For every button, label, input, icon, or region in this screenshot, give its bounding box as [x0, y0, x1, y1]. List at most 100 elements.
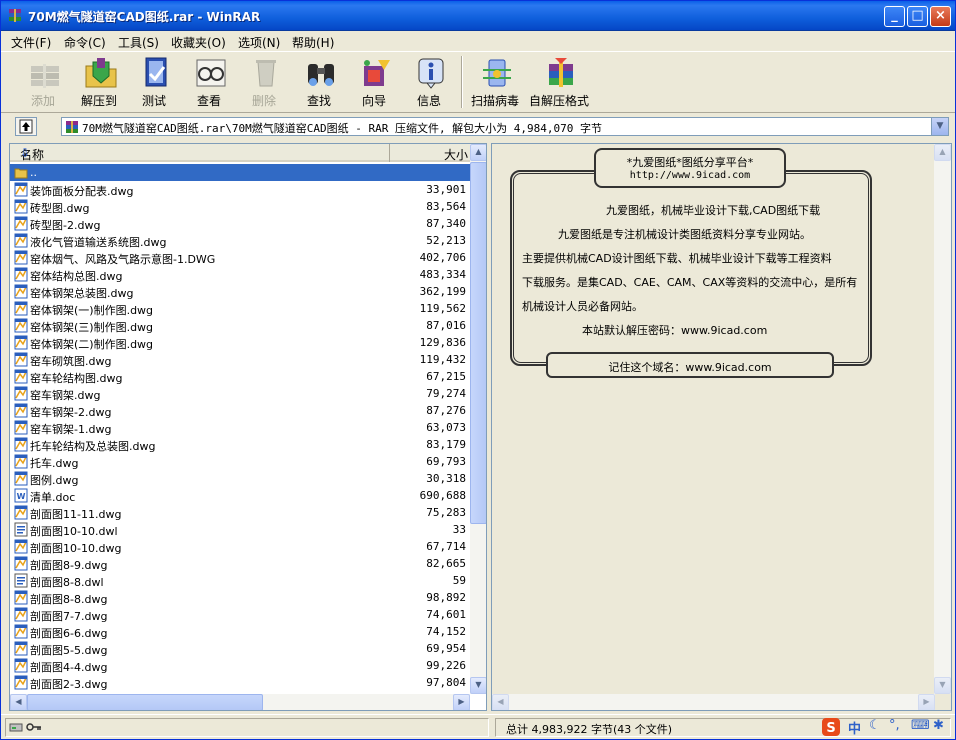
file-name: 窑车钢架-2.dwg — [30, 406, 112, 419]
scroll-left-button[interactable]: ◀ — [10, 694, 27, 710]
file-row[interactable]: 窑车钢架.dwg 79,274 — [10, 385, 470, 402]
file-name: 剖面图10-10.dwg — [30, 542, 122, 555]
keyboard-icon[interactable]: ⌨ — [911, 718, 930, 733]
file-row[interactable]: 剖面图10-10.dwg 67,714 — [10, 538, 470, 555]
file-name: 砖型图.dwg — [30, 202, 90, 215]
comment-vertical-scrollbar[interactable]: ▲ ▼ — [934, 144, 951, 694]
comment-header-url: http://www.9icad.com — [629, 170, 751, 181]
file-size: 402,706 — [419, 251, 466, 264]
find-button[interactable]: 查找 — [291, 54, 347, 110]
title-bar[interactable]: 70M燃气隧道窑CAD图纸.rar - WinRAR _ □ × — [1, 1, 955, 31]
file-row[interactable]: 托车轮结构及总装图.dwg 83,179 — [10, 436, 470, 453]
test-button[interactable]: 测试 — [126, 54, 182, 110]
file-name: 剖面图2-3.dwg — [30, 678, 108, 691]
comment-scroll-right-button[interactable]: ▶ — [918, 694, 935, 710]
path-dropdown-button[interactable]: ▼ — [931, 118, 948, 135]
file-row[interactable]: 窑车钢架-2.dwg 87,276 — [10, 402, 470, 419]
virus-scan-button[interactable]: 扫描病毒 — [467, 54, 523, 110]
file-row[interactable]: 窑体钢架(二)制作图.dwg 129,836 — [10, 334, 470, 351]
menu-help[interactable]: 帮助(H) — [292, 34, 334, 51]
dwg-file-icon — [14, 386, 28, 401]
file-row[interactable]: 砖型图.dwg 83,564 — [10, 198, 470, 215]
file-row[interactable]: 剖面图6-6.dwg 74,152 — [10, 623, 470, 640]
file-row[interactable]: 剖面图7-7.dwg 74,601 — [10, 606, 470, 623]
menu-favorites[interactable]: 收藏夹(O) — [171, 34, 226, 51]
file-name: 窑车钢架-1.dwg — [30, 423, 112, 436]
path-field[interactable]: 70M燃气隧道窑CAD图纸.rar\70M燃气隧道窑CAD图纸 - RAR 压缩… — [61, 117, 949, 136]
comment-scroll-up-button[interactable]: ▲ — [934, 144, 951, 161]
file-row[interactable]: 剖面图10-10.dwl 33 — [10, 521, 470, 538]
horizontal-scroll-thumb[interactable] — [27, 694, 263, 710]
file-size: 690,688 — [419, 489, 466, 502]
horizontal-scrollbar[interactable]: ◀ ▶ — [10, 694, 470, 710]
file-size: 74,152 — [426, 625, 466, 638]
file-row[interactable]: 窑体烟气、风路及气路示意图-1.DWG 402,706 — [10, 249, 470, 266]
file-list-pane[interactable]: 名称 ⇩ 大小 .. 装饰面板分配表.dwg 33,901 砖型图.dwg 83,564… — [9, 143, 487, 711]
ime-toolbar[interactable]: S 中 ☾ °, ⌨ ✱ — [821, 716, 953, 738]
comment-header-title: *九爱图纸*图纸分享平台* — [626, 156, 754, 169]
file-row[interactable]: 窑体结构总图.dwg 483,334 — [10, 266, 470, 283]
file-row[interactable]: 液化气管道输送系统图.dwg 52,213 — [10, 232, 470, 249]
file-row[interactable]: 剖面图4-4.dwg 99,226 — [10, 657, 470, 674]
file-name: 剖面图6-6.dwg — [30, 627, 108, 640]
file-row[interactable]: .. — [10, 164, 470, 181]
info-button[interactable]: 信息 — [401, 54, 457, 110]
file-size: 99,226 — [426, 659, 466, 672]
close-button[interactable]: × — [930, 6, 951, 27]
comment-horizontal-scrollbar[interactable]: ◀ ▶ — [492, 694, 935, 710]
file-row[interactable]: 窑车轮结构图.dwg 67,215 — [10, 368, 470, 385]
view-button[interactable]: 查看 — [181, 54, 237, 110]
virus-scan-label: 扫描病毒 — [470, 94, 519, 108]
moon-icon[interactable]: ☾ — [869, 718, 881, 733]
wizard-button[interactable]: 向导 — [346, 54, 402, 110]
ime-chinese-mode[interactable]: 中 — [848, 718, 861, 737]
settings-icon[interactable]: ✱ — [933, 718, 944, 733]
file-row[interactable]: 窑体钢架总装图.dwg 362,199 — [10, 283, 470, 300]
menu-file[interactable]: 文件(F) — [11, 34, 51, 51]
minimize-button[interactable]: _ — [884, 6, 905, 27]
vertical-scroll-thumb[interactable] — [470, 162, 486, 524]
file-row[interactable]: 剖面图2-3.dwg 97,804 — [10, 674, 470, 691]
file-name: 窑车砌筑图.dwg — [30, 355, 112, 368]
sfx-button[interactable]: 自解压格式 — [529, 54, 589, 110]
up-folder-button[interactable] — [15, 117, 37, 136]
name-column-header[interactable]: 名称 ⇩ — [10, 144, 390, 162]
comment-scroll-down-button[interactable]: ▼ — [934, 677, 951, 694]
punctuation-icon[interactable]: °, — [889, 718, 900, 733]
menu-commands[interactable]: 命令(C) — [64, 34, 106, 51]
file-row[interactable]: 剖面图8-8.dwl 59 — [10, 572, 470, 589]
file-row[interactable]: 托车.dwg 69,793 — [10, 453, 470, 470]
file-row[interactable]: 窑体钢架(三)制作图.dwg 87,016 — [10, 317, 470, 334]
comment-scroll-left-button[interactable]: ◀ — [492, 694, 509, 710]
maximize-button[interactable]: □ — [907, 6, 928, 27]
file-name: 剖面图5-5.dwg — [30, 644, 108, 657]
file-row[interactable]: 剖面图8-8.dwg 98,892 — [10, 589, 470, 606]
file-name: 剖面图10-10.dwl — [30, 525, 118, 538]
add-button[interactable]: 添加 — [15, 54, 71, 110]
file-row[interactable]: 窑体钢架(一)制作图.dwg 119,562 — [10, 300, 470, 317]
file-size: 69,954 — [426, 642, 466, 655]
file-row[interactable]: 砖型图-2.dwg 87,340 — [10, 215, 470, 232]
file-row[interactable]: 剖面图5-5.dwg 69,954 — [10, 640, 470, 657]
dwg-file-icon — [14, 675, 28, 690]
scroll-right-button[interactable]: ▶ — [453, 694, 470, 710]
file-row[interactable]: 窑车砌筑图.dwg 119,432 — [10, 351, 470, 368]
scroll-up-button[interactable]: ▲ — [470, 144, 486, 161]
file-row[interactable]: 窑车钢架-1.dwg 63,073 — [10, 419, 470, 436]
scroll-down-button[interactable]: ▼ — [470, 677, 486, 694]
dwg-file-icon — [14, 267, 28, 282]
menu-options[interactable]: 选项(N) — [238, 34, 280, 51]
vertical-scrollbar[interactable]: ▲ ▼ — [470, 144, 486, 694]
file-row[interactable]: 剖面图11-11.dwg 75,283 — [10, 504, 470, 521]
delete-button[interactable]: 删除 — [236, 54, 292, 110]
extract-to-button[interactable]: 解压到 — [71, 54, 127, 110]
comment-pane[interactable]: *九爱图纸*图纸分享平台* http://www.9icad.com 九爱图纸，… — [491, 143, 952, 711]
file-row[interactable]: 装饰面板分配表.dwg 33,901 — [10, 181, 470, 198]
file-row[interactable]: W 清单.doc 690,688 — [10, 487, 470, 504]
size-column-header[interactable]: 大小 — [391, 144, 470, 162]
file-row[interactable]: 图例.dwg 30,318 — [10, 470, 470, 487]
svg-text:W: W — [17, 492, 26, 501]
file-row[interactable]: 剖面图8-9.dwg 82,665 — [10, 555, 470, 572]
menu-tools[interactable]: 工具(S) — [118, 34, 159, 51]
sogou-ime-icon[interactable]: S — [821, 717, 841, 737]
